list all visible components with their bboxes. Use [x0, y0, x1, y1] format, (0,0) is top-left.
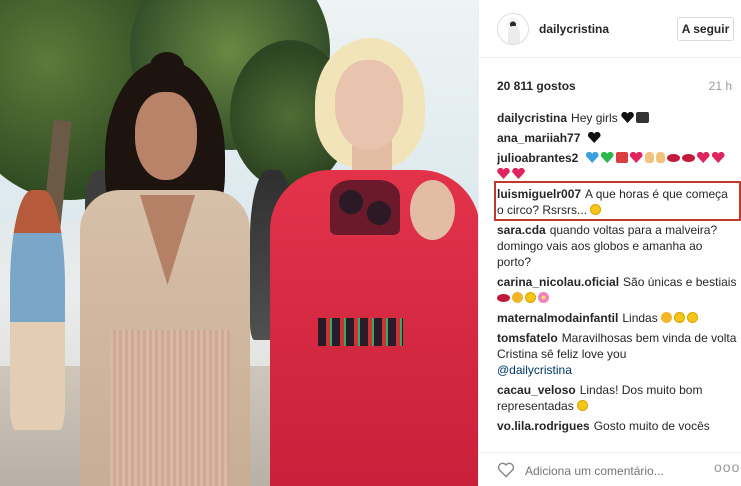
add-comment-input[interactable] [525, 464, 695, 478]
emoji-hand-icon [644, 152, 654, 163]
emoji-heart-b-icon [621, 112, 634, 123]
avatar[interactable] [497, 13, 529, 45]
comments-list: dailycristina Hey girls ana_mariiah77 jul… [497, 110, 737, 440]
emoji-heart-b-icon [588, 132, 601, 143]
photo-woman-right-shoulder [410, 180, 455, 240]
emoji-lips-icon [681, 154, 695, 162]
comment-item: vo.lila.rodrigues Gosto muito de vocês [497, 418, 737, 434]
emoji-gift-icon [615, 152, 628, 163]
photo-woman-left-face [135, 92, 197, 180]
post-side-panel: dailycristina A seguir 20 811 gostos 21 … [478, 0, 741, 486]
follow-button[interactable]: A seguir [677, 17, 734, 41]
instagram-post: dailycristina A seguir 20 811 gostos 21 … [0, 0, 741, 486]
comment-item: sara.cda quando voltas para a malveira? d… [497, 222, 737, 270]
emoji-heart-r-icon [712, 152, 725, 163]
emoji-kiss-icon [661, 312, 673, 323]
comment-username[interactable]: sara.cda [497, 223, 546, 237]
emoji-smile-icon [687, 312, 699, 323]
comment-item: maternalmodainfantil Lindas [497, 310, 737, 326]
comment-item: tomsfatelo Maravilhosas bem vinda de volt… [497, 330, 737, 378]
comment-footer: ooo [479, 452, 741, 486]
photo-woman-right-face [335, 60, 403, 150]
emoji-heart-r-icon [697, 152, 710, 163]
emoji-flower-icon [538, 292, 549, 303]
comment-item: ana_mariiah77 [497, 130, 737, 146]
likes-row: 20 811 gostos 21 h [497, 79, 737, 93]
emoji-smile-icon [577, 400, 589, 411]
emoji-smile-icon [525, 292, 536, 303]
likes-count[interactable]: 20 811 gostos [497, 79, 576, 93]
emoji-lips-icon [497, 294, 510, 302]
emoji-heart-r-icon [630, 152, 643, 163]
comment-username[interactable]: julioabrantes2 [497, 151, 578, 165]
more-options-icon[interactable]: ooo [714, 459, 740, 475]
comment-username[interactable]: vo.lila.rodrigues [497, 419, 590, 433]
post-time[interactable]: 21 h [709, 79, 732, 93]
comment-item: cacau_veloso Lindas! Dos muito bom repres… [497, 382, 737, 414]
photo-woman-left-bun [150, 52, 184, 80]
comment-username[interactable]: tomsfatelo [497, 331, 558, 345]
photo-woman-left-trousers [110, 330, 230, 486]
comment-username[interactable]: ana_mariiah77 [497, 131, 580, 145]
emoji-smile-icon [674, 312, 686, 323]
emoji-heart-r-icon [497, 168, 510, 179]
comment-text: Hey girls [571, 111, 618, 125]
emoji-lips-icon [666, 154, 680, 162]
comment-text: Gosto muito de vocês [593, 419, 710, 433]
comment-username[interactable]: cacau_veloso [497, 383, 576, 397]
post-photo[interactable] [0, 0, 478, 486]
photo-woman-right-embroidery [330, 180, 400, 235]
emoji-cam-icon [636, 112, 650, 123]
photo-background-person [10, 190, 65, 430]
comment-text: Lindas [622, 311, 658, 325]
post-header: dailycristina A seguir [479, 0, 741, 58]
comment-item: dailycristina Hey girls [497, 110, 737, 126]
comment-username[interactable]: maternalmodainfantil [497, 311, 618, 325]
comment-item: carina_nicolau.oficial São únicas e besti… [497, 274, 737, 306]
heart-outline-icon[interactable] [497, 462, 515, 478]
highlighted-comment-box [494, 181, 741, 221]
emoji-heart-g-icon [601, 152, 614, 163]
comment-mention-link[interactable]: @dailycristina [497, 363, 572, 377]
emoji-hand-icon [655, 152, 665, 163]
comment-username[interactable]: dailycristina [497, 111, 567, 125]
post-author-username[interactable]: dailycristina [539, 22, 609, 36]
photo-woman-right-belt [318, 318, 403, 346]
emoji-kiss-icon [512, 292, 523, 303]
comment-username[interactable]: carina_nicolau.oficial [497, 275, 619, 289]
comment-text: São únicas e bestiais [623, 275, 737, 289]
emoji-heart-bl-icon [586, 152, 599, 163]
emoji-heart-r-icon [512, 168, 525, 179]
comment-item: julioabrantes2 [497, 150, 737, 182]
